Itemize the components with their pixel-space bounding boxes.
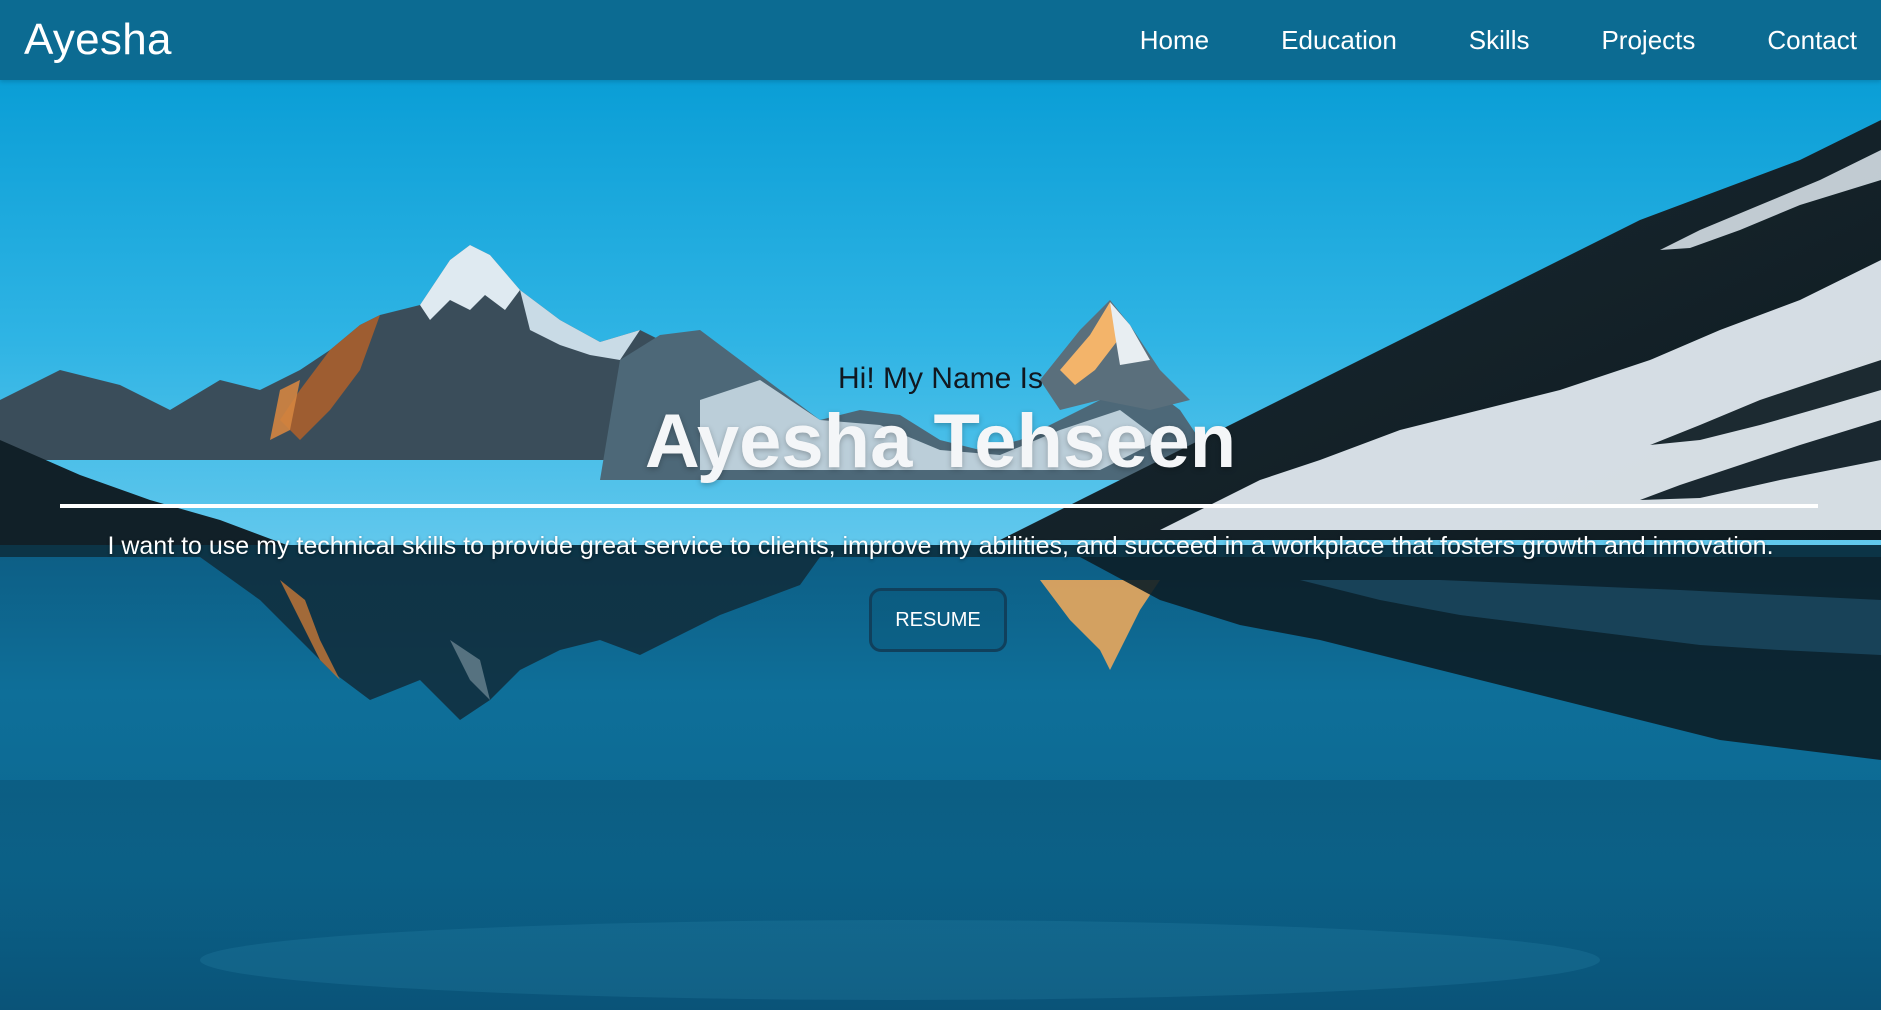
hero-content: Hi! My Name Is Ayesha Tehseen I want to … xyxy=(0,80,1881,1010)
nav-link-projects[interactable]: Projects xyxy=(1601,25,1695,56)
brand-logo[interactable]: Ayesha xyxy=(24,15,172,65)
hero-name: Ayesha Tehseen xyxy=(644,399,1237,484)
hero-section: Hi! My Name Is Ayesha Tehseen I want to … xyxy=(0,80,1881,1010)
resume-button[interactable]: RESUME xyxy=(869,588,1007,652)
hero-greeting: Hi! My Name Is xyxy=(837,362,1044,395)
nav-link-contact[interactable]: Contact xyxy=(1767,25,1857,56)
nav-link-home[interactable]: Home xyxy=(1140,25,1209,56)
hero-tagline: I want to use my technical skills to pro… xyxy=(107,532,1774,560)
nav-link-skills[interactable]: Skills xyxy=(1469,25,1530,56)
navbar: Ayesha Home Education Skills Projects Co… xyxy=(0,0,1881,80)
nav-links: Home Education Skills Projects Contact xyxy=(1140,25,1857,56)
nav-link-education[interactable]: Education xyxy=(1281,25,1397,56)
hero-divider xyxy=(60,504,1818,508)
